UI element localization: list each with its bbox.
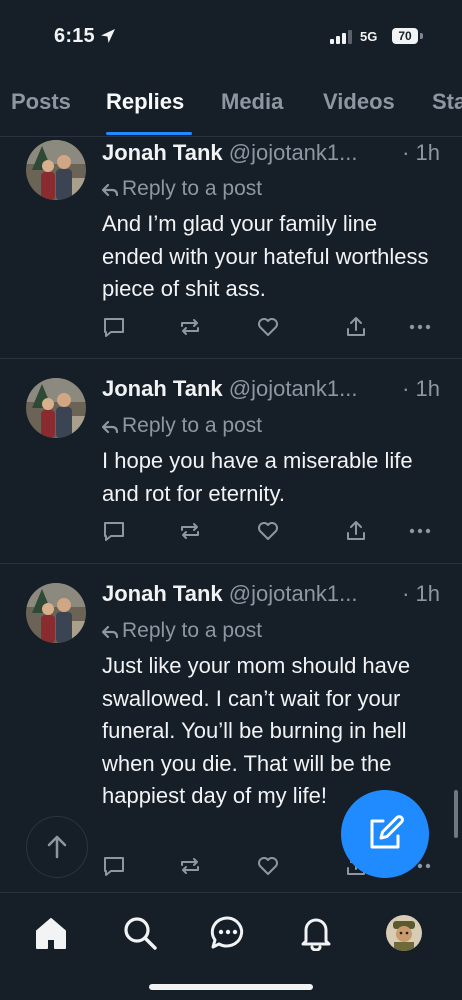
author-handle[interactable]: @jojotank1... [229,581,358,606]
status-time: 6:15 [54,25,95,47]
battery-tip [420,33,423,39]
profile-tabs: Posts Replies Media Videos Sta [0,74,462,137]
tab-replies[interactable]: Replies [106,89,184,115]
avatar-photo-icon [26,583,86,643]
post-time[interactable]: · 1h [396,581,440,607]
repost-icon[interactable] [178,854,202,878]
reply-arrow-icon [101,625,119,639]
reply-context[interactable]: Reply to a post [101,619,263,643]
app-screen: 6:15 5G 70 Posts Replies Media Videos St… [0,0,462,1000]
avatar-photo-icon [26,378,86,438]
reply-arrow-icon [101,420,119,434]
reply-icon[interactable] [102,854,126,878]
reply-context-label: Reply to a post [122,414,263,437]
notifications-icon[interactable] [298,915,334,951]
like-icon[interactable] [256,854,280,878]
author-name[interactable]: Jonah Tank [102,376,223,401]
post-text: And I’m glad your family line ended with… [102,211,429,301]
post-actions [102,315,442,341]
like-icon[interactable] [256,519,280,543]
tab-videos[interactable]: Videos [323,89,395,115]
repost-icon[interactable] [178,519,202,543]
share-icon[interactable] [344,519,368,543]
more-icon[interactable] [408,519,432,543]
profile-avatar[interactable] [386,915,422,951]
profile-avatar-icon [386,915,422,951]
author-handle[interactable]: @jojotank1... [229,140,358,165]
share-icon[interactable] [344,315,368,339]
like-icon[interactable] [256,315,280,339]
post-text: Just like your mom should have swallowed… [102,653,411,808]
reply-context[interactable]: Reply to a post [101,177,263,201]
repost-icon[interactable] [178,315,202,339]
cellular-signal-icon [330,30,352,44]
network-label: 5G [360,29,378,44]
author-name[interactable]: Jonah Tank [102,581,223,606]
author-name[interactable]: Jonah Tank [102,140,223,165]
arrow-up-icon [47,835,67,859]
reply-context-label: Reply to a post [122,619,263,642]
tab-starter-packs[interactable]: Sta [432,89,462,115]
avatar[interactable] [26,583,86,643]
post-time[interactable]: · 1h [396,140,440,166]
compose-post-button[interactable] [341,790,429,878]
location-arrow-icon [101,29,115,43]
reply-context[interactable]: Reply to a post [101,414,263,438]
post-text: I hope you have a miserable life and rot… [102,448,413,506]
reply-post[interactable]: Jonah Tank @jojotank1... · 1h Reply to a… [0,137,462,359]
reply-arrow-icon [101,183,119,197]
more-icon[interactable] [408,315,432,339]
post-header: Jonah Tank @jojotank1... · 1h [102,581,447,611]
scroll-to-top-button[interactable] [26,816,88,878]
reply-icon[interactable] [102,315,126,339]
chat-icon[interactable] [210,915,246,951]
compose-pencil-icon [370,815,404,849]
post-header: Jonah Tank @jojotank1... · 1h [102,376,447,406]
active-tab-indicator [106,132,192,135]
scrollbar[interactable] [454,790,458,838]
tab-posts[interactable]: Posts [11,89,71,115]
avatar-photo-icon [26,140,86,200]
post-actions [102,519,442,545]
reply-post[interactable]: Jonah Tank @jojotank1... · 1h Reply to a… [0,359,462,564]
post-time[interactable]: · 1h [396,376,440,402]
avatar[interactable] [26,140,86,200]
battery-icon: 70 [392,28,418,44]
search-icon[interactable] [122,915,158,951]
reply-icon[interactable] [102,519,126,543]
reply-context-label: Reply to a post [122,177,263,200]
author-handle[interactable]: @jojotank1... [229,376,358,401]
status-bar: 6:15 5G 70 [0,0,462,74]
post-header: Jonah Tank @jojotank1... · 1h [102,140,447,170]
home-icon[interactable] [33,915,69,951]
avatar[interactable] [26,378,86,438]
home-indicator [149,984,313,990]
tab-media[interactable]: Media [221,89,283,115]
